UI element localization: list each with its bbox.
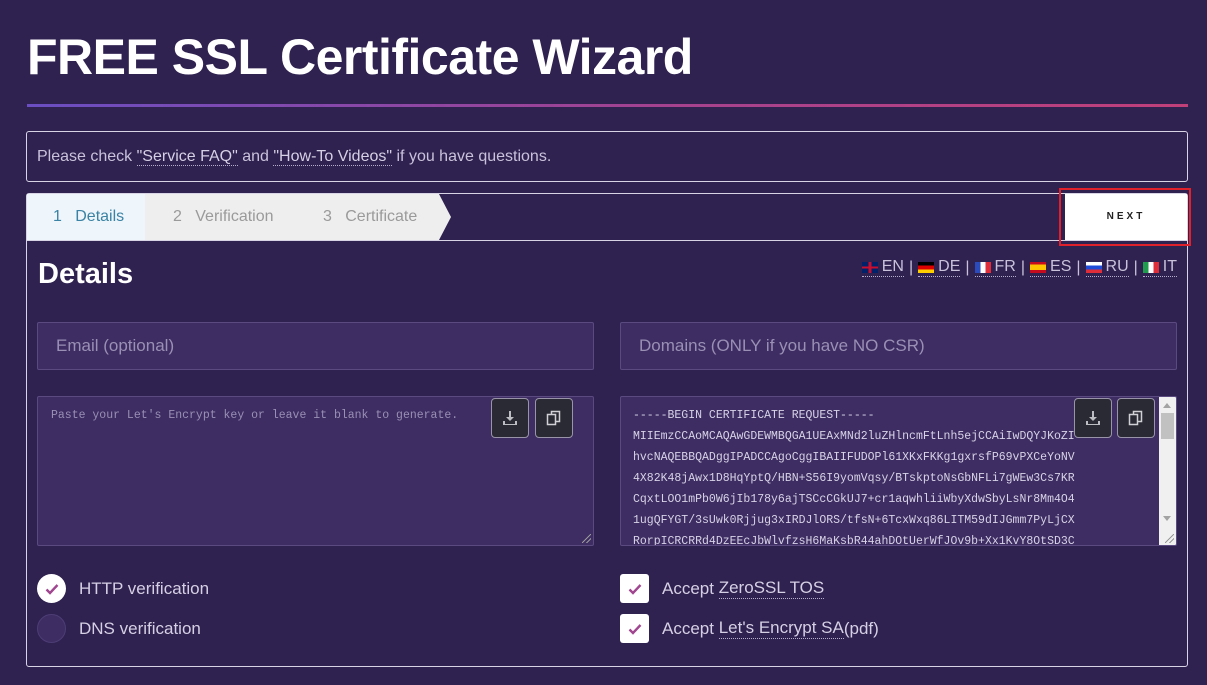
step-certificate[interactable]: 3 Certificate — [295, 194, 439, 240]
lang-label: RU — [1105, 258, 1129, 275]
lang-label: ES — [1050, 258, 1072, 275]
csr-scrollbar[interactable] — [1159, 397, 1176, 545]
lang-es-link[interactable]: ES — [1030, 258, 1072, 277]
csr-line: MIIEmzCCAoMCAQAwGDEWMBQGA1UEAxMNd2luZHln… — [633, 430, 1075, 443]
page-title: FREE SSL Certificate Wizard — [27, 29, 693, 85]
step-verification[interactable]: 2 Verification — [145, 194, 295, 240]
csr-download-button[interactable] — [1074, 398, 1112, 438]
service-faq-link[interactable]: "Service FAQ" — [136, 148, 238, 166]
lang-fr-link[interactable]: FR — [974, 258, 1016, 277]
lang-separator: | — [908, 258, 914, 276]
checkmark-icon — [45, 583, 58, 595]
next-button[interactable]: NEXT — [1065, 194, 1187, 240]
title-divider — [27, 104, 1188, 107]
copy-icon — [546, 410, 561, 426]
step-details[interactable]: 1 Details — [27, 194, 145, 240]
csr-line: 4X82K48jAwx1D8HqYptQ/HBN+S56I9yomVqsy/BT… — [633, 472, 1075, 485]
email-input[interactable] — [37, 322, 594, 370]
step-label: Details — [75, 208, 125, 225]
step-number: 2 — [173, 208, 182, 225]
uk-flag-icon — [861, 261, 878, 273]
http-verification-option[interactable]: HTTP verification — [37, 574, 209, 603]
wizard-panel: 1 Details 2 Verification 3 Certificate N… — [26, 188, 1191, 667]
germany-flag-icon — [918, 261, 935, 273]
csr-line: hvcNAQEBBQADggIPADCCAgoCggIBAIIFUDOPl61X… — [633, 451, 1075, 464]
scroll-up-arrow-icon[interactable] — [1163, 403, 1171, 408]
lang-separator: | — [1133, 258, 1138, 276]
dns-verification-label: DNS verification — [79, 618, 201, 638]
step-arrow — [439, 194, 451, 240]
spain-flag-icon — [1030, 261, 1047, 273]
notice-text-prefix: Please check — [37, 148, 137, 165]
letsencrypt-sa-link[interactable]: Let's Encrypt SA — [718, 618, 844, 639]
checkmark-icon — [628, 583, 641, 595]
accept-zerossl-option[interactable]: Accept ZeroSSL TOS — [620, 574, 825, 603]
lang-label: IT — [1162, 258, 1177, 275]
resize-grip[interactable] — [1165, 534, 1174, 543]
csr-textarea[interactable]: -----BEGIN CERTIFICATE REQUEST----- MIIEm… — [620, 396, 1177, 546]
step-number: 1 — [53, 208, 62, 225]
language-switcher: EN | DE | FR | ES | RU | IT — [861, 258, 1177, 277]
http-verification-radio[interactable] — [37, 574, 66, 603]
csr-copy-button[interactable] — [1117, 398, 1155, 438]
accept-le-prefix: Accept — [662, 618, 714, 638]
lang-en-link[interactable]: EN — [861, 258, 904, 277]
accept-zerossl-prefix: Accept — [662, 578, 714, 598]
lang-label: FR — [994, 258, 1016, 275]
next-button-highlight: NEXT — [1059, 188, 1191, 246]
key-download-button[interactable] — [491, 398, 529, 438]
key-textarea[interactable]: Paste your Let's Encrypt key or leave it… — [37, 396, 594, 546]
wizard-steps: 1 Details 2 Verification 3 Certificate N… — [27, 188, 1191, 246]
dns-verification-option[interactable]: DNS verification — [37, 614, 201, 643]
csr-line: 1ugQFYGT/3sUwk0Rjjug3xIRDJlORS/tfsN+6Tcx… — [633, 514, 1075, 527]
csr-line: CqxtLOO1mPb0W6jIb178y6ajTSCcCGkUJ7+cr1aq… — [633, 493, 1075, 506]
copy-icon — [1128, 410, 1143, 426]
lang-separator: | — [1020, 258, 1026, 276]
download-icon — [1086, 411, 1100, 425]
scroll-down-arrow-icon[interactable] — [1163, 516, 1171, 521]
step-number: 3 — [323, 208, 332, 225]
lang-separator: | — [965, 258, 970, 276]
lang-de-link[interactable]: DE — [918, 258, 961, 277]
scroll-thumb[interactable] — [1161, 413, 1174, 439]
lang-ru-link[interactable]: RU — [1085, 258, 1129, 277]
csr-line: -----BEGIN CERTIFICATE REQUEST----- — [633, 409, 875, 422]
russia-flag-icon — [1085, 261, 1102, 273]
csr-text: -----BEGIN CERTIFICATE REQUEST----- MIIEm… — [633, 405, 1148, 546]
notice-text-middle: and — [237, 148, 274, 165]
resize-grip[interactable] — [582, 534, 591, 543]
domains-input[interactable] — [620, 322, 1177, 370]
csr-line: RorpICRCRRd4DzEEcJbWlvfzsH6MaKsbR44ahDOt… — [633, 535, 1075, 546]
zerossl-tos-link[interactable]: ZeroSSL TOS — [718, 578, 825, 599]
italy-flag-icon — [1142, 261, 1159, 273]
http-verification-label: HTTP verification — [79, 578, 210, 598]
notice-text-suffix: if you have questions. — [392, 148, 552, 165]
step-label: Verification — [195, 208, 274, 225]
help-notice: Please check "Service FAQ" and "How-To V… — [26, 131, 1188, 182]
france-flag-icon — [974, 261, 991, 273]
accept-letsencrypt-checkbox[interactable] — [620, 614, 649, 643]
key-copy-button[interactable] — [535, 398, 573, 438]
lang-it-link[interactable]: IT — [1142, 258, 1177, 277]
dns-verification-radio[interactable] — [37, 614, 66, 643]
key-placeholder: Paste your Let's Encrypt key or leave it… — [51, 409, 459, 422]
accept-le-suffix: (pdf) — [843, 618, 879, 638]
lang-label: DE — [938, 258, 961, 275]
details-heading: Details — [38, 258, 134, 290]
checkmark-icon — [628, 623, 641, 635]
step-label: Certificate — [345, 208, 418, 225]
accept-letsencrypt-option[interactable]: Accept Let's Encrypt SA (pdf) — [620, 614, 879, 643]
download-icon — [503, 411, 517, 425]
how-to-videos-link[interactable]: "How-To Videos" — [273, 148, 393, 166]
accept-zerossl-checkbox[interactable] — [620, 574, 649, 603]
lang-label: EN — [881, 258, 904, 275]
lang-separator: | — [1076, 258, 1081, 276]
